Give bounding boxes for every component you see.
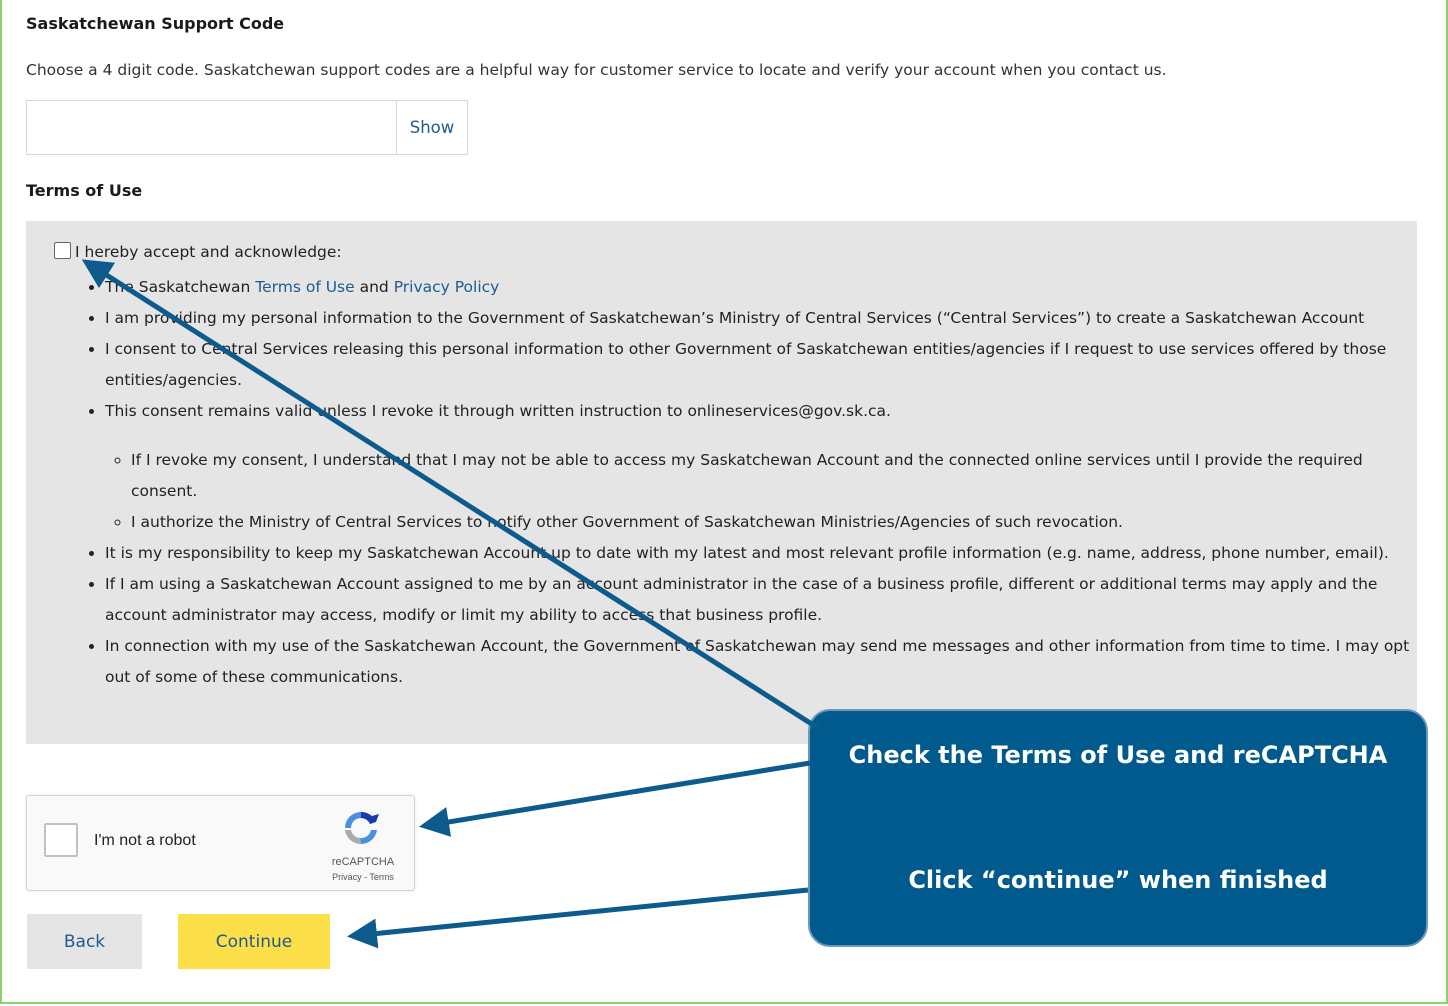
- terms-item: If I am using a Saskatchewan Account ass…: [105, 569, 1425, 631]
- terms-sublist: If I revoke my consent, I understand tha…: [105, 445, 1425, 538]
- recaptcha-logo-icon: [345, 811, 379, 845]
- continue-button[interactable]: Continue: [178, 914, 330, 969]
- instruction-callout: Check the Terms of Use and reCAPTCHA Cli…: [808, 709, 1428, 947]
- show-code-button[interactable]: Show: [396, 101, 467, 154]
- back-button[interactable]: Back: [27, 914, 142, 969]
- support-code-input[interactable]: [27, 101, 396, 154]
- terms-accept-checkbox[interactable]: [54, 242, 71, 259]
- recaptcha-widget: I'm not a robot reCAPTCHA Privacy - Term…: [26, 795, 415, 891]
- terms-lead-text: I hereby accept and acknowledge:: [75, 243, 342, 261]
- recaptcha-brand: reCAPTCHA: [331, 856, 395, 868]
- terms-item: In connection with my use of the Saskatc…: [105, 631, 1425, 693]
- recaptcha-links[interactable]: Privacy - Terms: [323, 872, 403, 882]
- support-code-description: Choose a 4 digit code. Saskatchewan supp…: [26, 61, 1167, 79]
- terms-item: I am providing my personal information t…: [105, 303, 1425, 334]
- terms-list: The Saskatchewan Terms of Use and Privac…: [81, 272, 1425, 693]
- terms-item-text: and: [354, 278, 394, 296]
- support-code-heading: Saskatchewan Support Code: [26, 14, 285, 33]
- terms-heading: Terms of Use: [26, 181, 143, 200]
- recaptcha-label: I'm not a robot: [94, 832, 196, 849]
- terms-item: I consent to Central Services releasing …: [105, 334, 1425, 396]
- terms-item: It is my responsibility to keep my Saska…: [105, 538, 1425, 569]
- terms-subitem: If I revoke my consent, I understand tha…: [131, 445, 1425, 507]
- terms-of-use-link[interactable]: Terms of Use: [255, 278, 354, 296]
- terms-subitem: I authorize the Ministry of Central Serv…: [131, 507, 1425, 538]
- callout-line-1: Check the Terms of Use and reCAPTCHA: [848, 741, 1388, 769]
- callout-line-2: Click “continue” when finished: [908, 866, 1328, 894]
- recaptcha-checkbox[interactable]: [44, 823, 78, 857]
- terms-box: I hereby accept and acknowledge: The Sas…: [26, 221, 1417, 744]
- support-code-group: Show: [26, 100, 468, 155]
- privacy-policy-link[interactable]: Privacy Policy: [394, 278, 500, 296]
- terms-item: This consent remains valid unless I revo…: [105, 396, 1425, 538]
- terms-item-text: This consent remains valid unless I revo…: [105, 402, 891, 420]
- terms-item: The Saskatchewan Terms of Use and Privac…: [105, 272, 1425, 303]
- terms-item-text: The Saskatchewan: [105, 278, 256, 296]
